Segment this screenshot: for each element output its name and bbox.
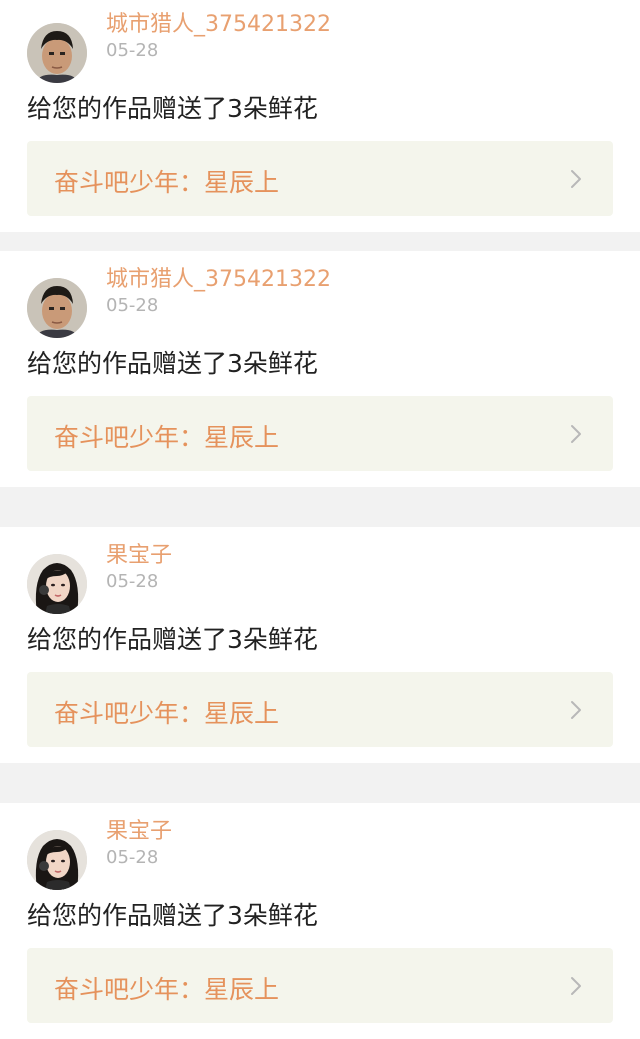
notification-message: 给您的作品赠送了3朵鲜花	[27, 901, 318, 930]
male-user-avatar-icon	[27, 23, 87, 83]
work-link[interactable]: 奋斗吧少年：星辰上	[27, 141, 613, 216]
username[interactable]: 果宝子	[106, 537, 172, 569]
notification-card: 果宝子 05-28 给您的作品赠送了3朵鲜花 奋斗吧少年：星辰上	[0, 527, 640, 763]
timestamp: 05-28	[106, 40, 159, 61]
male-user-avatar-icon	[27, 278, 87, 338]
timestamp: 05-28	[106, 571, 159, 592]
avatar[interactable]	[27, 554, 87, 614]
chevron-right-icon	[566, 422, 586, 446]
notification-card: 城市猎人_375421322 05-28 给您的作品赠送了3朵鲜花 奋斗吧少年：…	[0, 251, 640, 487]
notification-feed: 城市猎人_375421322 05-28 给您的作品赠送了3朵鲜花 奋斗吧少年：…	[0, 0, 640, 1039]
work-link[interactable]: 奋斗吧少年：星辰上	[27, 948, 613, 1023]
notification-card: 城市猎人_375421322 05-28 给您的作品赠送了3朵鲜花 奋斗吧少年：…	[0, 0, 640, 232]
username[interactable]: 城市猎人_375421322	[106, 261, 331, 293]
username[interactable]: 果宝子	[106, 813, 172, 845]
notification-message: 给您的作品赠送了3朵鲜花	[27, 349, 318, 378]
work-title: 奋斗吧少年：星辰上	[54, 168, 280, 197]
avatar[interactable]	[27, 278, 87, 338]
username[interactable]: 城市猎人_375421322	[106, 6, 331, 38]
chevron-right-icon	[566, 698, 586, 722]
female-user-avatar-icon	[27, 830, 87, 890]
female-user-avatar-icon	[27, 554, 87, 614]
timestamp: 05-28	[106, 847, 159, 868]
work-title: 奋斗吧少年：星辰上	[54, 975, 280, 1004]
timestamp: 05-28	[106, 295, 159, 316]
notification-message: 给您的作品赠送了3朵鲜花	[27, 625, 318, 654]
chevron-right-icon	[566, 167, 586, 191]
notification-message: 给您的作品赠送了3朵鲜花	[27, 94, 318, 123]
work-link[interactable]: 奋斗吧少年：星辰上	[27, 396, 613, 471]
avatar[interactable]	[27, 23, 87, 83]
work-link[interactable]: 奋斗吧少年：星辰上	[27, 672, 613, 747]
chevron-right-icon	[566, 974, 586, 998]
notification-card: 果宝子 05-28 给您的作品赠送了3朵鲜花 奋斗吧少年：星辰上	[0, 803, 640, 1039]
work-title: 奋斗吧少年：星辰上	[54, 423, 280, 452]
work-title: 奋斗吧少年：星辰上	[54, 699, 280, 728]
avatar[interactable]	[27, 830, 87, 890]
